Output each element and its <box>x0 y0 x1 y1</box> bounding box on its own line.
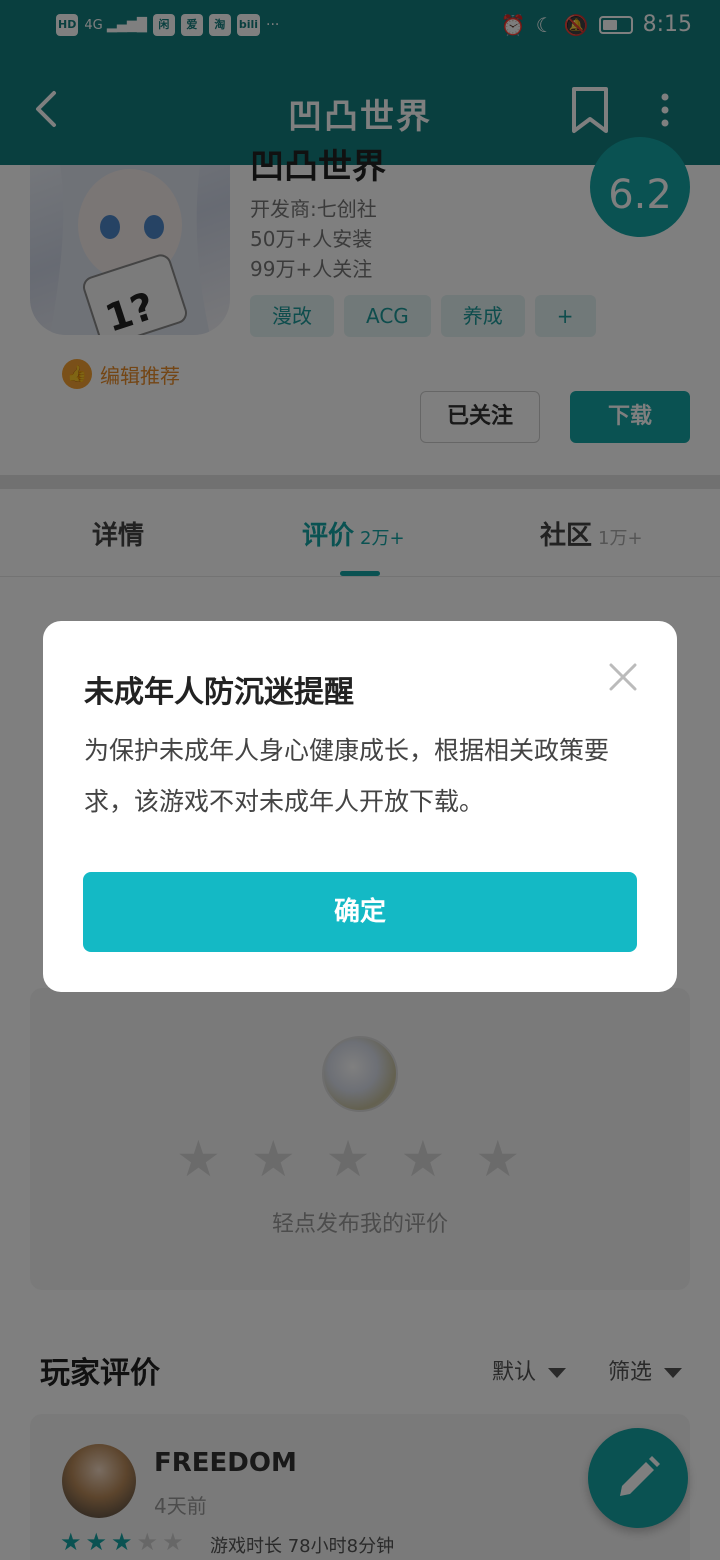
close-icon <box>609 663 637 691</box>
anti-addiction-dialog: 未成年人防沉迷提醒 为保护未成年人身心健康成长，根据相关政策要求，该游戏不对未成… <box>43 621 677 992</box>
close-button[interactable] <box>603 657 643 697</box>
dialog-title: 未成年人防沉迷提醒 <box>84 675 354 710</box>
dialog-message: 为保护未成年人身心健康成长，根据相关政策要求，该游戏不对未成年人开放下载。 <box>84 736 610 816</box>
confirm-button[interactable]: 确定 <box>83 872 637 952</box>
